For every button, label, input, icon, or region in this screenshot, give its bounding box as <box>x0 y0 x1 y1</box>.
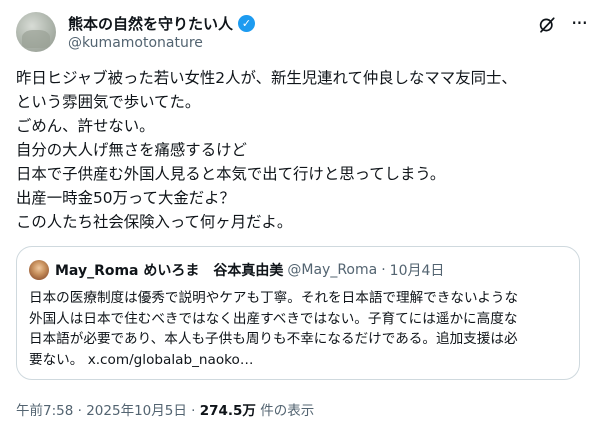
author-display-name[interactable]: 熊本の自然を守りたい人 <box>68 13 233 34</box>
grok-icon[interactable] <box>538 16 556 34</box>
quoted-line: 外国人は日本で住むべきではなく出産すべきではない。子育てには遥かに高度な <box>29 310 518 327</box>
meta-separator: · <box>191 403 196 419</box>
tweet-line: 出産一時金50万って大金だよ？ <box>16 189 235 207</box>
quoted-author-name: May_Roma めいろま 谷本真由美 <box>55 263 284 279</box>
quoted-line: 日本語が必要であり、本人も子供も周りも不幸になるだけである。追加支援は必 <box>29 331 518 347</box>
tweet-header: 熊本の自然を守りたい人 ✓ @kumamotonature ··· <box>16 12 588 56</box>
author-handle[interactable]: @kumamotonature <box>68 35 203 51</box>
tweet-line: 自分の大人げ無さを痛感するけど <box>16 141 247 159</box>
quoted-author-handle: @May_Roma <box>287 262 378 278</box>
quoted-line: 要ない。 x.com/globalab_naoko… <box>29 351 254 368</box>
tweet-time[interactable]: 午前7:58 <box>16 403 73 419</box>
author-name-row: 熊本の自然を守りたい人 ✓ <box>68 13 256 34</box>
views-label: 件の表示 <box>260 403 315 419</box>
quoted-tweet[interactable]: May_Roma めいろま 谷本真由美 @May_Roma · 10月4日 日本… <box>16 246 580 380</box>
author-avatar[interactable] <box>16 12 56 52</box>
tweet-line: この人たち社会保険入って何ヶ月だよ。 <box>16 213 293 231</box>
quoted-line: 日本の医療制度は優秀で説明やケアも丁寧。それを日本語で理解できないような <box>29 290 519 306</box>
quoted-author-avatar <box>29 260 49 280</box>
tweet-text: 昨日ヒジャブ被った若い女性2人が、新生児連れて仲良しなママ友同士、 という雰囲気… <box>16 66 581 234</box>
tweet-date[interactable]: 2025年10月5日 <box>86 403 187 419</box>
tweet-meta: 午前7:58 · 2025年10月5日 · 274.5万 件の表示 <box>16 399 314 419</box>
more-icon[interactable]: ··· <box>568 13 590 36</box>
quoted-tweet-header: May_Roma めいろま 谷本真由美 @May_Roma · 10月4日 <box>29 260 444 280</box>
quoted-tweet-text: 日本の医療制度は優秀で説明やケアも丁寧。それを日本語で理解できないような 外国人… <box>29 288 571 370</box>
meta-separator: · <box>77 403 82 419</box>
verified-badge-icon: ✓ <box>238 14 256 32</box>
tweet-line: という雰囲気で歩いてた。 <box>16 93 201 111</box>
tweet-line: 昨日ヒジャブ被った若い女性2人が、新生児連れて仲良しなママ友同士、 <box>16 69 517 87</box>
tweet-line: ごめん、許せない。 <box>16 117 155 135</box>
quoted-date: 10月4日 <box>389 263 445 279</box>
tweet-line: 日本で子供産む外国人見ると本気で出て行けと思ってしまう。 <box>16 165 446 183</box>
views-count[interactable]: 274.5万 <box>200 403 256 419</box>
quoted-separator: · <box>381 262 386 278</box>
